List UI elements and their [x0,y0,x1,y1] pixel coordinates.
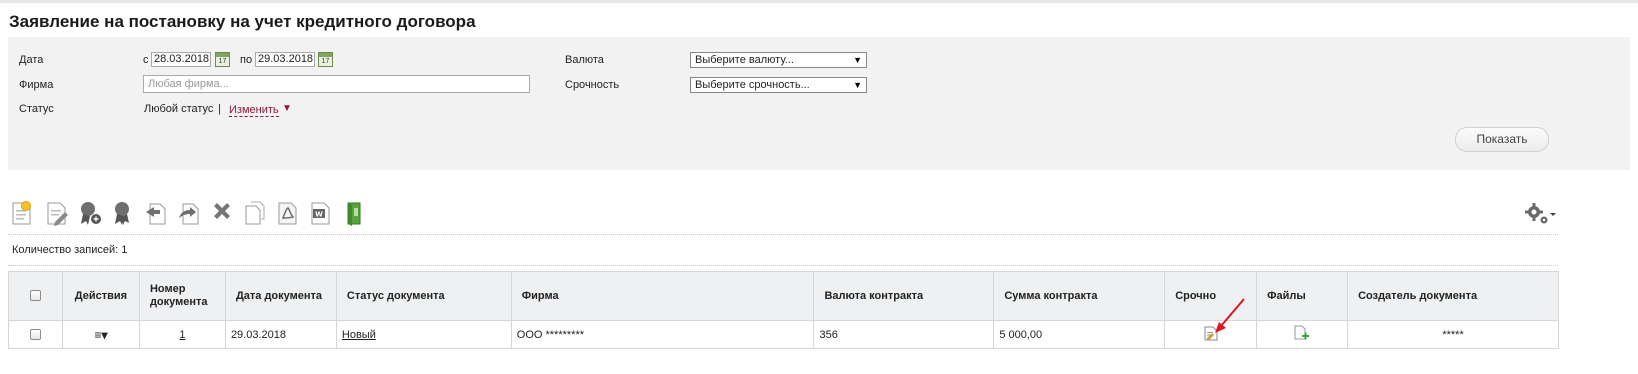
filter-panel: Дата с 28.03.2018 17 по 29.03.2018 17 Ва… [8,37,1630,170]
edit-document-icon[interactable] [45,200,69,226]
document-number-link[interactable]: 1 [179,329,185,341]
signature-icon[interactable] [111,200,135,226]
date-to-input[interactable]: 29.03.2018 [255,52,315,67]
add-signature-icon[interactable] [78,200,102,226]
currency-cell: 356 [813,320,995,349]
top-border [0,0,1638,3]
document-status-link[interactable]: Новый [342,329,376,341]
select-all-checkbox[interactable] [29,290,41,302]
divider [8,265,1558,266]
date-from-prefix: с [143,54,149,66]
export-word-icon[interactable]: W [309,200,333,226]
documents-table: Действия Номер документа Дата документа … [8,271,1559,349]
calendar-day-label: 17 [218,58,227,65]
chevron-down-icon: ▼ [853,55,862,65]
copy-icon[interactable] [243,200,267,226]
creator-cell: ***** [1347,320,1559,349]
column-header-files[interactable]: Файлы [1256,271,1349,321]
page-title: Заявление на постановку на учет кредитно… [9,12,476,31]
status-value: Любой статус [144,103,214,115]
svg-text:W: W [315,211,323,219]
currency-select[interactable]: Выберите валюту... ▼ [690,52,867,68]
export-pdf-icon[interactable] [276,200,300,226]
withdraw-icon[interactable] [177,200,201,226]
status-change-link[interactable]: Изменить [229,104,279,117]
date-to-prefix: по [240,54,253,66]
gear-icon[interactable] [1524,202,1558,226]
firm-cell: ООО ********* [510,320,815,349]
firm-label: Фирма [19,79,54,91]
calendar-icon[interactable]: 17 [215,52,230,67]
row-select-cell [8,320,63,349]
record-count: Количество записей: 1 [12,244,128,256]
document-status-cell: Новый [335,320,512,349]
firm-input[interactable]: Любая фирма... [143,75,530,93]
files-cell [1256,320,1349,349]
new-document-icon[interactable] [10,200,34,226]
column-header-status[interactable]: Статус документа [335,271,512,321]
add-file-icon[interactable] [1294,325,1310,341]
triangle-down-icon[interactable]: ▼ [282,103,292,114]
column-header-firm[interactable]: Фирма [510,271,815,321]
urgency-select[interactable]: Выберите срочность... ▼ [690,77,867,93]
calendar-icon[interactable]: 17 [318,52,333,67]
divider [8,234,1558,235]
annotation-arrow-icon [1215,298,1245,333]
show-button[interactable]: Показать [1455,127,1549,152]
urgency-select-value: Выберите срочность... [695,79,810,91]
table-header-row: Действия Номер документа Дата документа … [8,271,1559,321]
chevron-down-icon: ▼ [853,80,862,90]
date-label: Дата [19,54,44,66]
column-header-amount[interactable]: Сумма контракта [993,271,1166,321]
document-date-cell: 29.03.2018 [224,320,337,349]
amount-cell: 5 000,00 [993,320,1166,349]
calendar-day-label: 17 [321,58,330,65]
column-header-actions[interactable]: Действия [61,271,140,321]
archive-book-icon[interactable] [342,200,366,226]
document-number-cell: 1 [138,320,226,349]
delete-icon[interactable] [210,200,234,226]
column-header-date[interactable]: Дата документа [224,271,337,321]
column-header-creator[interactable]: Создатель документа [1347,271,1559,321]
select-all-header [8,271,63,321]
status-separator: | [218,103,221,115]
urgency-label: Срочность [565,79,620,91]
currency-label: Валюта [565,54,604,66]
currency-select-value: Выберите валюту... [695,54,794,66]
column-header-currency[interactable]: Валюта контракта [813,271,995,321]
send-icon[interactable] [144,200,168,226]
table-row[interactable]: ≡▾ 1 29.03.2018 Новый ООО ********* 356 … [8,320,1559,349]
date-from-input[interactable]: 28.03.2018 [151,52,211,67]
status-label: Статус [19,103,54,115]
column-header-number[interactable]: Номер документа [138,271,226,321]
row-actions-menu[interactable]: ≡▾ [61,320,140,349]
row-checkbox[interactable] [29,329,41,341]
